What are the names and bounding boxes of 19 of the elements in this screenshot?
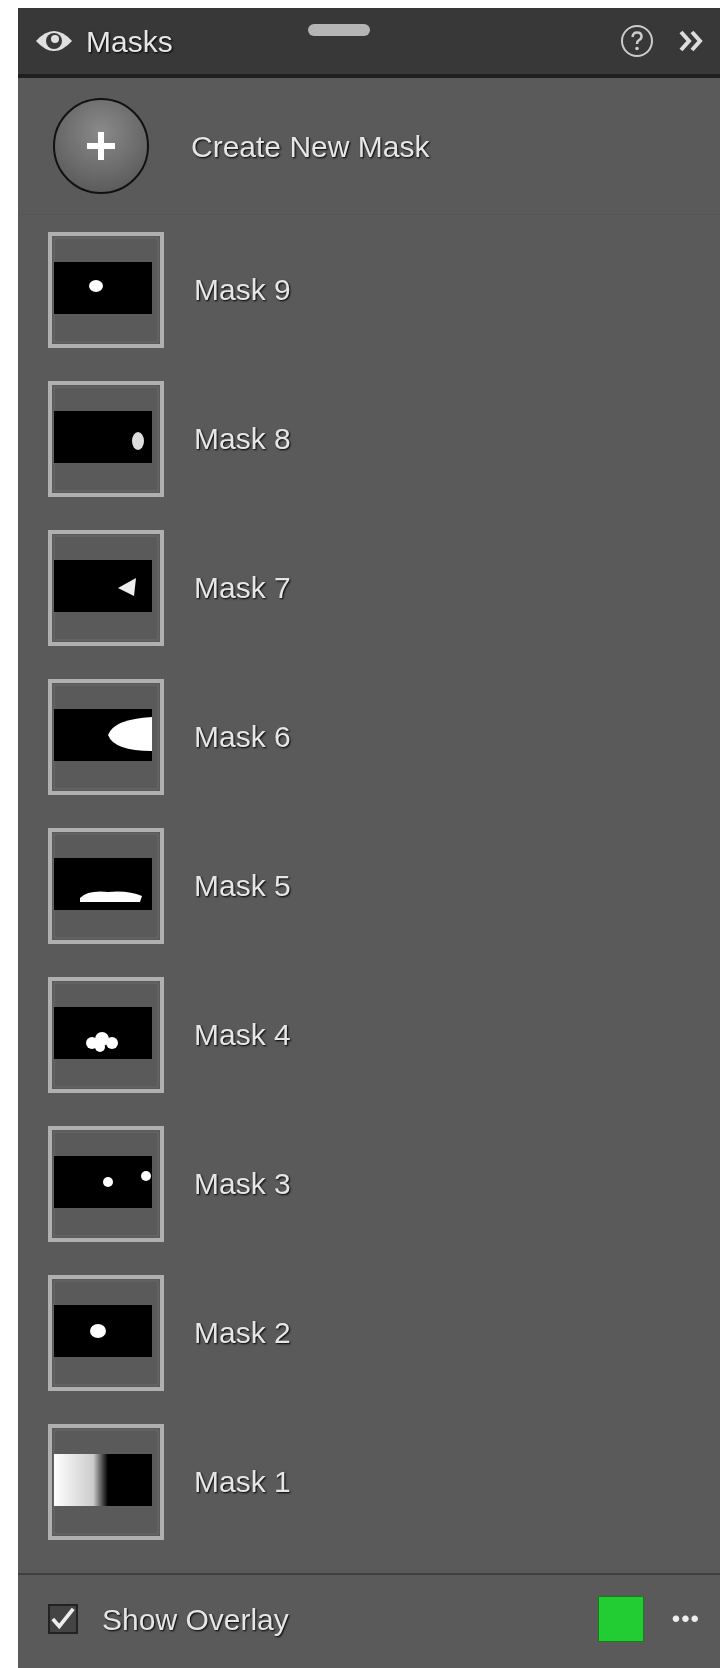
- mask-label[interactable]: Mask 9: [194, 267, 291, 312]
- more-button[interactable]: •••: [671, 1601, 700, 1637]
- mask-label[interactable]: Mask 5: [194, 863, 291, 908]
- mask-label[interactable]: Mask 7: [194, 565, 291, 610]
- mask-label[interactable]: Mask 6: [194, 714, 291, 759]
- overlay-checkbox[interactable]: [48, 1604, 78, 1634]
- mask-label[interactable]: Mask 2: [194, 1310, 291, 1355]
- mask-label[interactable]: Mask 3: [194, 1161, 291, 1206]
- plus-icon: [85, 130, 117, 162]
- drag-handle[interactable]: [308, 24, 370, 36]
- overlay-label: Show Overlay: [102, 1601, 289, 1638]
- help-icon[interactable]: [620, 24, 654, 58]
- mask-label[interactable]: Mask 8: [194, 416, 291, 461]
- mask-label[interactable]: Mask 1: [194, 1459, 291, 1504]
- panel-title: Masks: [86, 23, 173, 60]
- create-mask-label[interactable]: Create New Mask: [191, 123, 430, 169]
- collapse-icon[interactable]: [678, 29, 704, 53]
- overlay-color-swatch[interactable]: [597, 1596, 644, 1642]
- mask-label[interactable]: Mask 4: [194, 1012, 291, 1057]
